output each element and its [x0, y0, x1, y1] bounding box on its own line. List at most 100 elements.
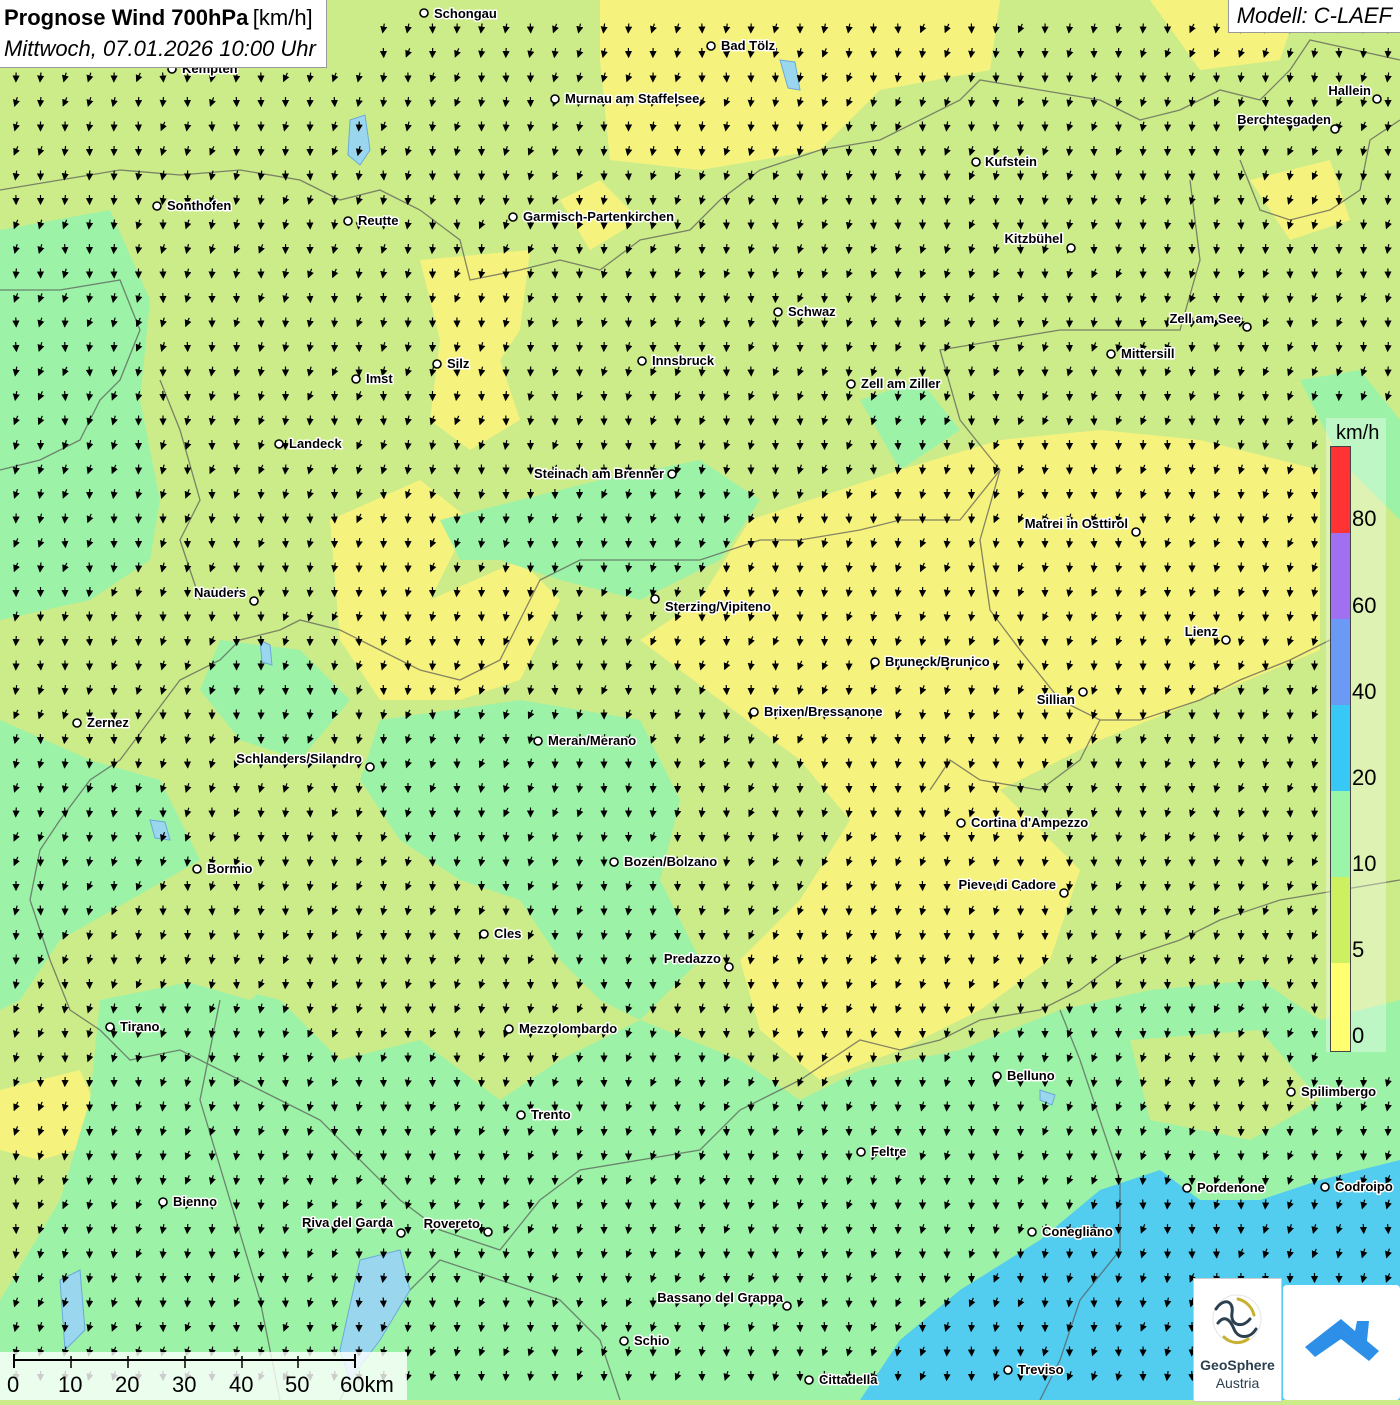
- wind-arrow: [1167, 881, 1168, 890]
- city-marker: [1107, 350, 1115, 358]
- city-marker: [1132, 528, 1140, 536]
- wind-arrow: [604, 881, 605, 890]
- wind-arrow: [383, 1298, 384, 1307]
- wind-arrow: [1020, 661, 1021, 670]
- wind-arrow: [824, 293, 825, 302]
- city-label: Pieve di Cadore: [958, 877, 1056, 892]
- wind-arrow: [751, 979, 752, 988]
- wind-arrow: [310, 1175, 311, 1184]
- city-marker: [1004, 1366, 1012, 1374]
- wind-arrow: [751, 293, 752, 302]
- city-marker: [517, 1111, 525, 1119]
- wind-arrow: [1020, 440, 1021, 449]
- wind-arrow: [702, 1028, 703, 1037]
- wind-arrow: [947, 171, 948, 180]
- wind-arrow: [555, 293, 556, 302]
- city-marker: [1243, 323, 1251, 331]
- wind-arrow: [1045, 1298, 1046, 1307]
- wind-arrow: [1241, 1126, 1242, 1135]
- wind-arrow: [1388, 1224, 1389, 1233]
- wind-arrow: [947, 1102, 948, 1111]
- wind-arrow: [285, 979, 286, 988]
- wind-arrow: [1094, 538, 1095, 547]
- wind-arrow: [702, 514, 703, 523]
- wind-arrow: [775, 73, 776, 82]
- wind-arrow: [1241, 930, 1242, 939]
- wind-arrow: [1265, 808, 1266, 817]
- wind-arrow: [1094, 416, 1095, 425]
- wind-arrow: [1216, 808, 1217, 817]
- wind-arrow: [408, 318, 409, 327]
- geosphere-logo[interactable]: GeoSphere Austria: [1193, 1278, 1282, 1402]
- wind-arrow: [457, 636, 458, 645]
- legend-colorbar: [1330, 446, 1351, 1052]
- city-label: Belluno: [1007, 1068, 1055, 1083]
- wind-arrow: [187, 391, 188, 400]
- wind-arrow: [530, 906, 531, 915]
- wind-arrow: [408, 244, 409, 253]
- city-label: Matrei in Osttirol: [1025, 516, 1128, 531]
- legend-tick: 20: [1352, 765, 1376, 791]
- wind-arrow: [481, 391, 482, 400]
- wind-arrow: [1290, 832, 1291, 841]
- wind-arrow: [114, 122, 115, 131]
- wind-arrow: [1192, 171, 1193, 180]
- wind-arrow: [726, 685, 727, 694]
- wind-arrow: [898, 195, 899, 204]
- wind-arrow: [971, 955, 972, 964]
- wind-arrow: [16, 808, 17, 817]
- wind-arrow: [432, 146, 433, 155]
- city-label: Bormio: [207, 861, 253, 876]
- wind-arrow: [677, 734, 678, 743]
- wind-arrow: [726, 930, 727, 939]
- wind-arrow: [1069, 1249, 1070, 1258]
- wind-arrow: [457, 220, 458, 229]
- wind-arrow: [1020, 73, 1021, 82]
- legend-tick: 40: [1352, 679, 1376, 705]
- wind-arrow: [1143, 391, 1144, 400]
- city-marker: [871, 658, 879, 666]
- scale-tick: 20: [115, 1372, 139, 1398]
- wind-arrow: [285, 563, 286, 572]
- wind-arrow: [408, 1004, 409, 1013]
- wind-arrow: [555, 612, 556, 621]
- wind-arrow: [604, 979, 605, 988]
- wind-arrow: [1339, 48, 1340, 57]
- weather-app-logo[interactable]: [1283, 1285, 1400, 1400]
- wind-arrow: [947, 832, 948, 841]
- wind-arrow: [481, 612, 482, 621]
- wind-arrow: [359, 122, 360, 131]
- wind-arrow: [457, 489, 458, 498]
- wind-arrow: [212, 1053, 213, 1062]
- wind-arrow: [310, 171, 311, 180]
- wind-arrow: [1069, 342, 1070, 351]
- city-marker: [847, 380, 855, 388]
- city-marker: [707, 42, 715, 50]
- wind-arrow: [114, 759, 115, 768]
- legend-seg-60: [1331, 533, 1350, 619]
- wind-arrow: [334, 1151, 335, 1160]
- wind-arrow: [996, 734, 997, 743]
- map-subtitle: Mittwoch, 07.01.2026 10:00 Uhr: [4, 35, 316, 63]
- wind-arrow: [1265, 391, 1266, 400]
- geosphere-logo-subtext: Austria: [1194, 1375, 1281, 1391]
- wind-arrow: [1241, 563, 1242, 572]
- wind-arrow: [212, 1151, 213, 1160]
- wind-map: SchongauBad TölzKemptenMurnau am Staffel…: [0, 0, 1400, 1400]
- wind-arrow: [457, 1371, 458, 1380]
- wind-arrow: [775, 1249, 776, 1258]
- wind-arrow: [971, 734, 972, 743]
- city-marker: [774, 308, 782, 316]
- city-label: Pordenone: [1197, 1180, 1265, 1195]
- wind-arrow: [898, 734, 899, 743]
- wind-arrow: [408, 1347, 409, 1356]
- wind-arrow: [849, 244, 850, 253]
- wind-arrow: [310, 514, 311, 523]
- scale-tick: 60km: [340, 1372, 394, 1398]
- legend-unit: km/h: [1336, 422, 1379, 445]
- wind-arrow: [334, 97, 335, 106]
- wind-arrow: [947, 73, 948, 82]
- city-label: Landeck: [289, 436, 343, 451]
- wind-arrow: [481, 244, 482, 253]
- wind-arrow: [873, 342, 874, 351]
